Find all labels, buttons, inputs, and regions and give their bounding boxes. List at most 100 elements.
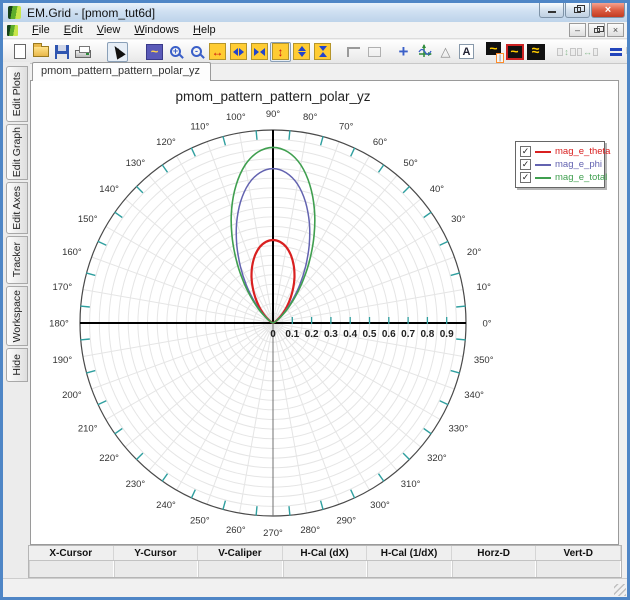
restore-icon	[574, 7, 581, 13]
zoom-in-button[interactable]: +	[165, 42, 186, 62]
tile-horizontal-button[interactable]: ↔	[577, 42, 598, 62]
plot-style-combo-button[interactable]: ~|	[483, 42, 504, 62]
angle-tick-label: 350°	[474, 355, 494, 366]
pane-icon	[570, 48, 576, 56]
angle-tick-label: 0°	[482, 319, 491, 330]
child-minimize-button[interactable]: –	[569, 23, 586, 37]
print-button[interactable]	[72, 42, 93, 62]
compress-y-button[interactable]	[312, 42, 333, 62]
layout-button[interactable]: Layou	[610, 46, 627, 57]
region-select-button[interactable]	[343, 42, 364, 62]
angle-tick-label: 220°	[99, 453, 119, 464]
marker-tool-button[interactable]: △	[435, 42, 456, 62]
legend-line-sample	[535, 177, 551, 179]
angle-tick-label: 200°	[62, 390, 82, 401]
angle-tick-label: 210°	[78, 423, 98, 434]
minimize-button[interactable]	[539, 3, 564, 18]
sidebar-tab-edit-graph[interactable]: Edit Graph	[6, 124, 28, 180]
open-folder-icon	[33, 46, 49, 57]
plot-style-button[interactable]: ≈	[525, 42, 546, 62]
angle-tick-label: 130°	[126, 158, 146, 169]
angle-tick-label: 30°	[451, 214, 466, 225]
app-window: EM.Grid - [pmom_tut6d] × FileEditViewWin…	[0, 0, 630, 600]
stretch-x-button[interactable]	[228, 42, 249, 62]
toolbar: ~+-↔↕+△A~|~≈↕↔Layou	[3, 40, 627, 64]
tab-pmom-pattern-polar-yz[interactable]: pmom_pattern_pattern_polar_yz	[32, 62, 211, 81]
radial-tick-label: 0.2	[305, 329, 319, 340]
menu-help[interactable]: Help	[186, 22, 223, 38]
tile-vertical-button[interactable]: ↕	[556, 42, 577, 62]
pane-icon	[577, 48, 582, 56]
zoom-window-icon: ~	[146, 44, 163, 60]
radial-tick-label: 0	[270, 329, 276, 340]
radial-tick-label: 0.6	[382, 329, 396, 340]
legend-line-sample	[535, 164, 551, 166]
restore-button[interactable]	[565, 3, 590, 18]
sidebar-tab-tracker[interactable]: Tracker	[6, 236, 28, 284]
legend-checkbox-mag_e_theta[interactable]: ✓	[520, 146, 531, 157]
angle-tick-label: 100°	[226, 112, 246, 123]
radial-tick-label: 0.8	[420, 329, 434, 340]
save-file-button[interactable]	[51, 42, 72, 62]
radial-tick-label: 0.5	[363, 329, 377, 340]
stretch-y-button[interactable]	[291, 42, 312, 62]
text-tool-button[interactable]: A	[456, 42, 477, 62]
radial-tick-label: 0.9	[440, 329, 454, 340]
axes-icon	[416, 43, 433, 60]
expand-y-button[interactable]: ↕	[270, 42, 291, 62]
legend-row-mag_e_phi: ✓mag_e_phi	[520, 158, 600, 171]
sidebar-tab-label: Edit Plots	[11, 72, 23, 116]
open-file-button[interactable]	[30, 42, 51, 62]
compress-x-button[interactable]	[249, 42, 270, 62]
zoom-out-button[interactable]: -	[186, 42, 207, 62]
waveform-icon: ≈	[527, 44, 545, 60]
readout-value-cell	[29, 561, 114, 577]
zoom-window-button[interactable]: ~	[144, 42, 165, 62]
pointer-mode-button[interactable]	[107, 42, 128, 62]
readout-value-cell	[283, 561, 368, 577]
radial-tick-label: 0.7	[401, 329, 415, 340]
text-label-icon: A	[459, 44, 474, 59]
expand-x-icon: ↔	[209, 43, 226, 60]
print-icon	[75, 50, 91, 58]
title-bar[interactable]: EM.Grid - [pmom_tut6d] ×	[3, 3, 627, 22]
axes-tool-button[interactable]	[414, 42, 435, 62]
menu-windows[interactable]: Windows	[127, 22, 186, 38]
angle-tick-label: 280°	[300, 525, 320, 536]
sidebar-tab-edit-plots[interactable]: Edit Plots	[6, 66, 28, 122]
legend-checkbox-mag_e_phi[interactable]: ✓	[520, 159, 531, 170]
readout-header-h-cal-1-dx-: H-Cal (1/dX)	[367, 546, 452, 560]
active-plot-icon: ~	[506, 44, 524, 60]
legend-label: mag_e_theta	[555, 146, 610, 157]
angle-tick-label: 40°	[430, 184, 445, 195]
close-button[interactable]: ×	[591, 3, 625, 18]
menu-file[interactable]: File	[25, 22, 57, 38]
box-select-button[interactable]	[364, 42, 385, 62]
child-restore-button[interactable]	[588, 23, 605, 37]
new-file-button[interactable]	[9, 42, 30, 62]
resize-grip[interactable]	[614, 584, 626, 596]
angle-tick-label: 180°	[49, 319, 69, 330]
menu-view[interactable]: View	[90, 22, 128, 38]
horizontal-arrow-icon: ↔	[583, 47, 592, 57]
expand-x-button[interactable]: ↔	[207, 42, 228, 62]
menu-edit[interactable]: Edit	[57, 22, 90, 38]
plot-style-active-button[interactable]: ~	[504, 42, 525, 62]
sidebar-tab-workspace[interactable]: Workspace	[6, 286, 28, 346]
child-close-button[interactable]: ×	[607, 23, 624, 37]
angle-tick-label: 190°	[52, 355, 72, 366]
save-icon	[55, 45, 69, 59]
readout-header-y-cursor: Y-Cursor	[114, 546, 199, 560]
readout-header-vert-d: Vert-D	[536, 546, 621, 560]
angle-tick-label: 330°	[448, 423, 468, 434]
sidebar-tab-hide[interactable]: Hide	[6, 348, 28, 382]
crosshair-icon: +	[399, 43, 409, 60]
document-icon	[7, 25, 18, 36]
angle-tick-label: 110°	[190, 122, 209, 133]
sidebar-tab-edit-axes[interactable]: Edit Axes	[6, 182, 28, 234]
close-icon: ×	[605, 5, 611, 16]
legend-checkbox-mag_e_total[interactable]: ✓	[520, 172, 531, 183]
crosshair-button[interactable]: +	[393, 42, 414, 62]
pane-icon	[593, 48, 598, 56]
angle-tick-label: 170°	[52, 282, 72, 293]
